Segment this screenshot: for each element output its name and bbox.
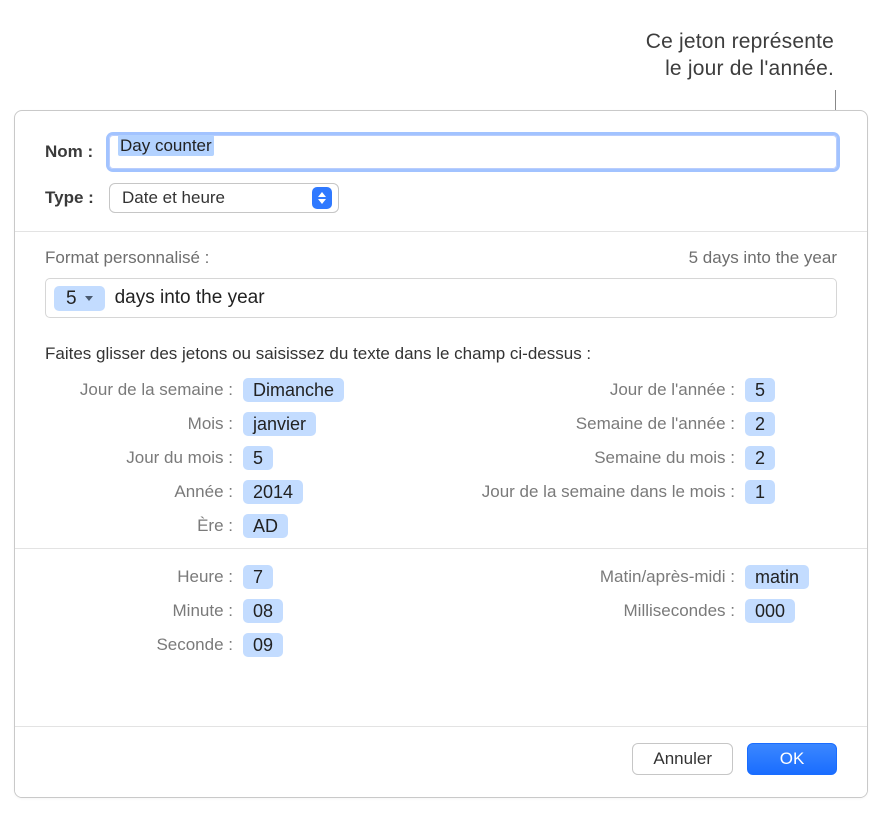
format-preview: 5 days into the year [689, 248, 837, 268]
callout-annotation: Ce jeton représente le jour de l'année. [646, 28, 834, 83]
name-input[interactable]: Day counter [109, 135, 837, 169]
chevron-up-down-icon [312, 187, 332, 209]
token-label: Seconde : [45, 635, 243, 655]
annotation-line-2: le jour de l'année. [646, 55, 834, 82]
token-row-era: Ère : AD [45, 514, 435, 538]
token-label: Jour de l'année : [435, 380, 745, 400]
ok-button[interactable]: OK [747, 743, 837, 775]
type-label: Type : [45, 188, 109, 208]
time-token-palette: Heure : 7 Minute : 08 Seconde : 09 Matin… [15, 549, 867, 667]
token-label: Jour de la semaine dans le mois : [435, 482, 745, 502]
date-tokens-right-col: Jour de l'année : 5 Semaine de l'année :… [435, 378, 837, 538]
cancel-button[interactable]: Annuler [632, 743, 733, 775]
token-label: Matin/après-midi : [435, 567, 745, 587]
token-row-minute: Minute : 08 [45, 599, 435, 623]
token-row-week-of-month: Semaine du mois : 2 [435, 446, 837, 470]
token-row-second: Seconde : 09 [45, 633, 435, 657]
format-token-day-of-year[interactable]: 5 [54, 286, 105, 311]
token-week-of-month[interactable]: 2 [745, 446, 775, 470]
token-milliseconds[interactable]: 000 [745, 599, 795, 623]
token-row-year: Année : 2014 [45, 480, 435, 504]
custom-format-section: Format personnalisé : 5 days into the ye… [15, 232, 867, 322]
token-weekday-in-month[interactable]: 1 [745, 480, 775, 504]
format-field[interactable]: 5 days into the year [45, 278, 837, 318]
token-label: Semaine du mois : [435, 448, 745, 468]
token-label: Millisecondes : [435, 601, 745, 621]
format-token-value: 5 [66, 289, 77, 308]
token-day-of-month[interactable]: 5 [243, 446, 273, 470]
token-row-weekday-in-month: Jour de la semaine dans le mois : 1 [435, 480, 837, 504]
type-select[interactable]: Date et heure [109, 183, 339, 213]
token-label: Heure : [45, 567, 243, 587]
name-label: Nom : [45, 142, 109, 162]
token-day-of-week[interactable]: Dimanche [243, 378, 344, 402]
time-tokens-left-col: Heure : 7 Minute : 08 Seconde : 09 [45, 565, 435, 657]
token-row-millis: Millisecondes : 000 [435, 599, 837, 623]
token-second[interactable]: 09 [243, 633, 283, 657]
drag-instruction: Faites glisser des jetons ou saisissez d… [15, 322, 867, 364]
annotation-line-1: Ce jeton représente [646, 28, 834, 55]
token-year[interactable]: 2014 [243, 480, 303, 504]
token-era[interactable]: AD [243, 514, 288, 538]
token-label: Mois : [45, 414, 243, 434]
name-input-value: Day counter [118, 135, 214, 156]
token-label: Semaine de l'année : [435, 414, 745, 434]
format-dialog: Nom : Day counter Type : Date et heure F… [14, 110, 868, 798]
name-row: Nom : Day counter [45, 135, 837, 169]
token-row-day-of-month: Jour du mois : 5 [45, 446, 435, 470]
token-label: Minute : [45, 601, 243, 621]
date-tokens-left-col: Jour de la semaine : Dimanche Mois : jan… [45, 378, 435, 538]
token-week-of-year[interactable]: 2 [745, 412, 775, 436]
format-literal-text: days into the year [115, 287, 265, 309]
type-select-value: Date et heure [122, 188, 225, 208]
type-row: Type : Date et heure [45, 183, 837, 213]
token-label: Jour de la semaine : [45, 380, 243, 400]
token-row-ampm: Matin/après-midi : matin [435, 565, 837, 589]
time-tokens-right-col: Matin/après-midi : matin Millisecondes :… [435, 565, 837, 657]
date-token-palette: Jour de la semaine : Dimanche Mois : jan… [15, 364, 867, 548]
token-day-of-year[interactable]: 5 [745, 378, 775, 402]
chevron-down-icon [85, 296, 93, 301]
format-header: Format personnalisé : 5 days into the ye… [45, 248, 837, 268]
token-ampm[interactable]: matin [745, 565, 809, 589]
token-label: Jour du mois : [45, 448, 243, 468]
header-section: Nom : Day counter Type : Date et heure [15, 111, 867, 231]
token-month[interactable]: janvier [243, 412, 316, 436]
dialog-footer: Annuler OK [15, 726, 867, 797]
token-row-day-of-year: Jour de l'année : 5 [435, 378, 837, 402]
token-label: Année : [45, 482, 243, 502]
token-minute[interactable]: 08 [243, 599, 283, 623]
format-header-label: Format personnalisé : [45, 248, 209, 268]
token-label: Ère : [45, 516, 243, 536]
token-row-day-of-week: Jour de la semaine : Dimanche [45, 378, 435, 402]
token-row-week-of-year: Semaine de l'année : 2 [435, 412, 837, 436]
token-hour[interactable]: 7 [243, 565, 273, 589]
token-row-month: Mois : janvier [45, 412, 435, 436]
token-row-hour: Heure : 7 [45, 565, 435, 589]
